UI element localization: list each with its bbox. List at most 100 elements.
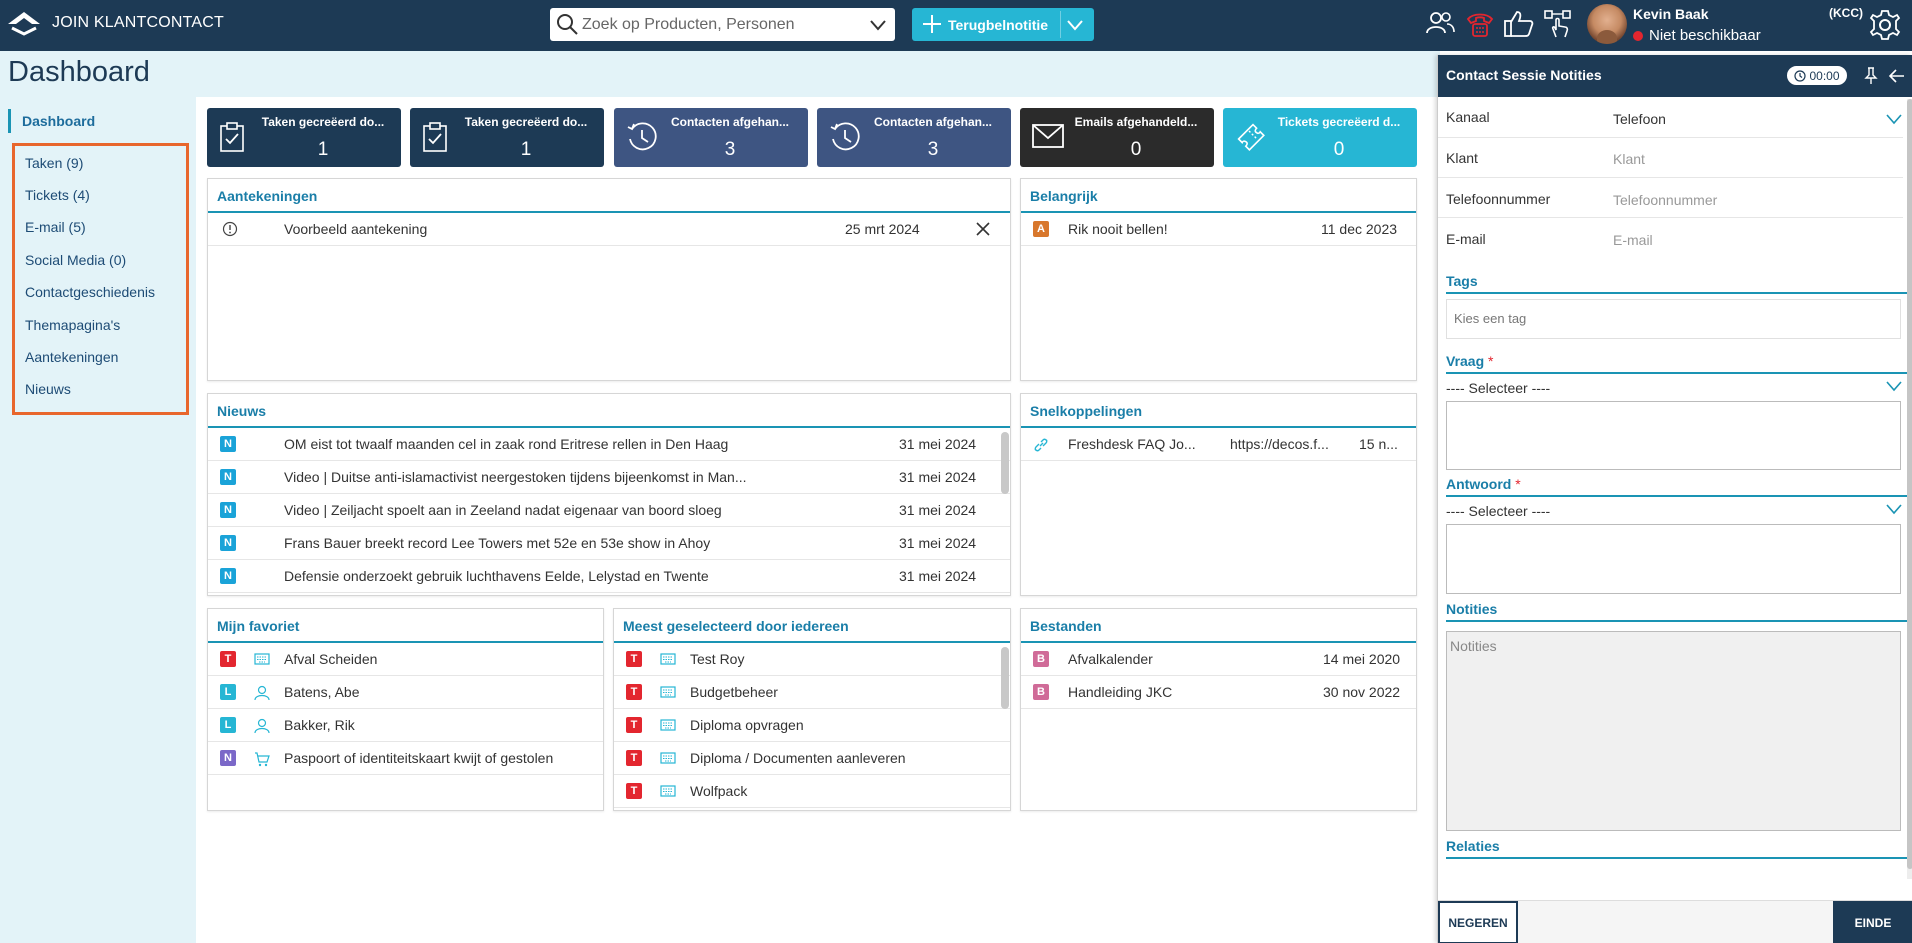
list-item[interactable]: T Wolfpack — [614, 775, 1010, 808]
plus-icon — [923, 15, 941, 33]
quicklink-url[interactable]: https://decos.f... — [1230, 436, 1345, 452]
list-item[interactable]: A Rik nooit bellen! 11 dec 2023 — [1021, 213, 1416, 246]
session-header: Contact Sessie Notities 00:00 — [1438, 55, 1912, 97]
favorite-title: Bakker, Rik — [284, 717, 355, 733]
client-field[interactable]: Klant — [1613, 151, 1645, 167]
list-item[interactable]: T Afval Scheiden — [208, 643, 603, 676]
thumbs-up-icon[interactable] — [1503, 9, 1535, 39]
question-select[interactable]: ---- Selecteer ---- — [1446, 380, 1908, 396]
panel-title: Belangrijk — [1021, 179, 1416, 213]
list-item[interactable]: N Frans Bauer breekt record Lee Towers me… — [208, 527, 1010, 560]
list-item[interactable]: T Diploma / Documenten aanleveren — [614, 742, 1010, 775]
page-title: Dashboard — [8, 56, 150, 88]
scrollbar-thumb[interactable] — [1907, 99, 1912, 869]
end-button[interactable]: EINDE — [1833, 901, 1912, 943]
status-dot-icon — [1633, 30, 1643, 41]
kpi-tile-tickets-created[interactable]: Tickets gecreëerd d... 0 — [1223, 108, 1417, 167]
kpi-tile-contacts-handled-1[interactable]: Contacten afgehan... 3 — [614, 108, 808, 167]
list-item[interactable]: T Budgetbeheer — [614, 676, 1010, 709]
session-scrollbar[interactable] — [1907, 99, 1912, 879]
info-circle-icon — [222, 221, 238, 237]
arrow-left-icon[interactable] — [1888, 68, 1906, 84]
news-panel: Nieuws N OM eist tot twaalf maanden cel i… — [207, 393, 1011, 596]
list-item[interactable]: Voorbeeld aantekening 25 mrt 2024 — [208, 213, 1010, 246]
chevron-down-icon[interactable] — [869, 16, 887, 34]
sidebar-item-social-media[interactable]: Social Media (0) — [25, 252, 126, 268]
sidebar-item-email[interactable]: E-mail (5) — [25, 219, 86, 235]
list-item[interactable]: N Paspoort of identiteitskaart kwijt of … — [208, 742, 603, 775]
sidebar-highlight-box: Taken (9) Tickets (4) E-mail (5) Social … — [12, 143, 189, 415]
news-date: 31 mei 2024 — [899, 568, 977, 584]
list-item[interactable]: L Batens, Abe — [208, 676, 603, 709]
keyboard-icon — [660, 719, 676, 731]
answer-select[interactable]: ---- Selecteer ---- — [1446, 503, 1908, 519]
type-badge: N — [220, 568, 236, 584]
phone-icon[interactable] — [1465, 9, 1495, 39]
answer-textarea[interactable] — [1446, 524, 1901, 594]
list-item[interactable]: N Defensie onderzoekt gebruik luchthavens… — [208, 560, 1010, 593]
chevron-down-icon[interactable] — [1886, 113, 1902, 125]
list-item[interactable]: N Video | Duitse anti-islamactivist neerg… — [208, 461, 1010, 494]
favorite-title: Paspoort of identiteitskaart kwijt of ge… — [284, 750, 554, 766]
notes-textarea[interactable]: Notities — [1446, 631, 1901, 831]
type-badge: N — [220, 469, 236, 485]
sidebar-item-notes[interactable]: Aantekeningen — [25, 349, 118, 365]
user-name[interactable]: Kevin Baak — [1633, 6, 1708, 22]
news-date: 31 mei 2024 — [899, 469, 977, 485]
phone-field[interactable]: Telefoonnummer — [1613, 192, 1717, 208]
new-menu-dropdown[interactable] — [1060, 11, 1088, 38]
list-item[interactable]: T Test Roy — [614, 643, 1010, 676]
popular-title: Diploma / Documenten aanleveren — [690, 750, 906, 766]
kpi-value: 3 — [927, 139, 939, 160]
quicklink-title[interactable]: Freshdesk FAQ Jo... — [1068, 436, 1213, 452]
answer-section-title: Antwoord * — [1446, 476, 1908, 497]
kpi-tile-tasks-created-2[interactable]: Taken gecreëerd do... 1 — [410, 108, 604, 167]
close-icon[interactable] — [975, 221, 991, 237]
person-icon — [254, 685, 270, 701]
sidebar-item-dashboard[interactable]: Dashboard — [8, 109, 188, 133]
session-footer: NEGEREN EINDE — [1438, 900, 1912, 943]
touch-select-icon[interactable] — [1543, 9, 1573, 39]
search-box[interactable] — [550, 8, 895, 41]
app-logo[interactable]: JOIN KLANTCONTACT — [6, 10, 224, 36]
list-item[interactable]: B Afvalkalender 14 mei 2020 — [1021, 643, 1416, 676]
tags-input[interactable]: Kies een tag — [1446, 299, 1901, 339]
user-status[interactable]: Niet beschikbaar — [1633, 27, 1761, 44]
type-badge: B — [1033, 684, 1049, 700]
kpi-tile-tasks-created-1[interactable]: Taken gecreëerd do... 1 — [207, 108, 401, 167]
list-item[interactable]: N OM eist tot twaalf maanden cel in zaak … — [208, 428, 1010, 461]
pin-icon[interactable] — [1864, 67, 1878, 85]
search-input[interactable] — [582, 14, 852, 36]
question-textarea[interactable] — [1446, 401, 1901, 470]
note-date: 25 mrt 2024 — [845, 221, 920, 237]
sidebar-item-news[interactable]: Nieuws — [25, 381, 71, 397]
kpi-tile-emails-handled[interactable]: Emails afgehandeld... 0 — [1020, 108, 1214, 167]
kpi-label: Contacten afgehan... — [873, 115, 992, 129]
contacts-icon[interactable] — [1425, 9, 1455, 37]
kpi-tile-contacts-handled-2[interactable]: Contacten afgehan... 3 — [817, 108, 1011, 167]
list-item[interactable]: L Bakker, Rik — [208, 709, 603, 742]
sidebar-item-theme-pages[interactable]: Themapagina's — [25, 317, 120, 333]
most-selected-scrollbar[interactable] — [1001, 647, 1009, 709]
list-item[interactable]: Freshdesk FAQ Jo... https://decos.f... 1… — [1021, 428, 1416, 461]
sidebar-item-contact-history[interactable]: Contactgeschiedenis — [25, 284, 155, 300]
type-badge: T — [626, 750, 642, 766]
ignore-button[interactable]: NEGEREN — [1438, 901, 1518, 943]
email-field[interactable]: E-mail — [1613, 232, 1653, 248]
avatar[interactable] — [1587, 4, 1627, 44]
keyboard-icon — [660, 653, 676, 665]
sidebar-item-tasks[interactable]: Taken (9) — [25, 155, 83, 171]
type-badge: T — [626, 684, 642, 700]
sidebar-item-tickets[interactable]: Tickets (4) — [25, 187, 90, 203]
channel-select[interactable]: Telefoon — [1613, 111, 1666, 127]
answer-label: Antwoord — [1446, 476, 1512, 492]
type-badge: L — [220, 684, 236, 700]
gear-icon[interactable] — [1868, 8, 1902, 42]
news-scrollbar[interactable] — [1001, 432, 1009, 494]
list-item[interactable]: B Handleiding JKC 30 nov 2022 — [1021, 676, 1416, 709]
file-title: Afvalkalender — [1068, 651, 1153, 667]
list-item[interactable]: T Diploma opvragen — [614, 709, 1010, 742]
new-callback-note-button[interactable]: Terugbelnotitie — [912, 8, 1094, 41]
popular-title: Diploma opvragen — [690, 717, 804, 733]
list-item[interactable]: N Video | Zeiljacht spoelt aan in Zeeland… — [208, 494, 1010, 527]
